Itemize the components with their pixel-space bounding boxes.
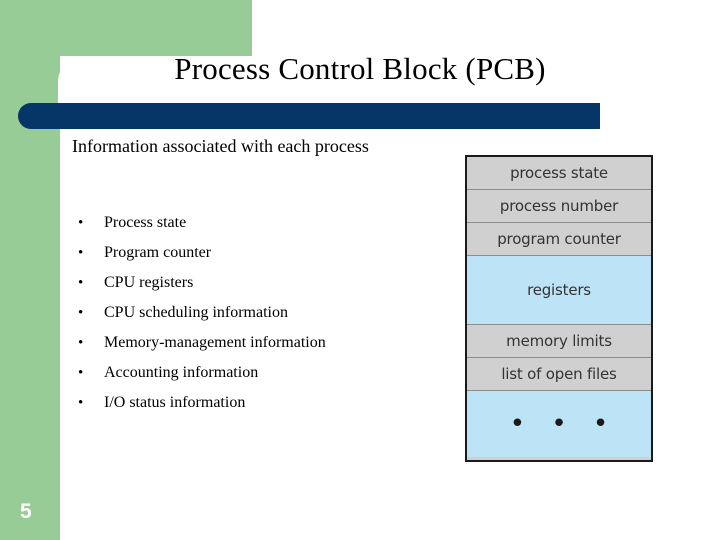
pcb-field-label: memory limits: [506, 332, 612, 350]
pcb-field-program-counter: program counter: [467, 223, 651, 256]
pcb-field-list-of-open-files: list of open files: [467, 358, 651, 391]
pcb-field-label: program counter: [497, 230, 621, 248]
pcb-contents-list: • Process state • Program counter • CPU …: [72, 208, 452, 418]
title-underline-bar: [18, 103, 600, 129]
list-item-label: Memory-management information: [104, 334, 326, 351]
intro-text: Information associated with each process: [72, 136, 369, 156]
green-accent-strip: [0, 0, 60, 540]
bullet-icon: •: [78, 365, 84, 381]
list-item: • Accounting information: [72, 358, 452, 388]
pcb-field-label: registers: [527, 281, 591, 299]
list-item-label: Process state: [104, 214, 187, 231]
list-item: • I/O status information: [72, 388, 452, 418]
ellipsis-icon: • • •: [509, 408, 618, 439]
list-item: • Program counter: [72, 238, 452, 268]
list-item: • CPU registers: [72, 268, 452, 298]
list-item-label: Accounting information: [104, 364, 259, 381]
bullet-icon: •: [78, 215, 84, 231]
list-item-label: CPU registers: [104, 274, 194, 291]
list-item: • CPU scheduling information: [72, 298, 452, 328]
pcb-field-ellipsis: • • •: [467, 391, 651, 457]
slide-canvas: Process Control Block (PCB) Information …: [0, 0, 720, 540]
bullet-icon: •: [78, 275, 84, 291]
bullet-icon: •: [78, 245, 84, 261]
list-item-label: Program counter: [104, 244, 212, 261]
pcb-field-label: process number: [499, 197, 619, 215]
pcb-field-memory-limits: memory limits: [467, 325, 651, 358]
bullet-icon: •: [78, 305, 84, 321]
list-item: • Process state: [72, 208, 452, 238]
pcb-field-registers: registers: [467, 256, 651, 325]
pcb-field-label: process state: [510, 164, 608, 182]
pcb-diagram: process state process number program cou…: [465, 155, 653, 462]
pcb-field-process-state: process state: [467, 157, 651, 190]
list-item-label: I/O status information: [104, 394, 246, 411]
pcb-field-label: list of open files: [501, 365, 617, 383]
list-item: • Memory-management information: [72, 328, 452, 358]
pcb-field-process-number: process number: [467, 190, 651, 223]
bullet-icon: •: [78, 395, 84, 411]
bullet-icon: •: [78, 335, 84, 351]
page-title: Process Control Block (PCB): [174, 51, 546, 86]
list-item-label: CPU scheduling information: [104, 304, 288, 321]
slide-number: 5: [20, 500, 32, 523]
